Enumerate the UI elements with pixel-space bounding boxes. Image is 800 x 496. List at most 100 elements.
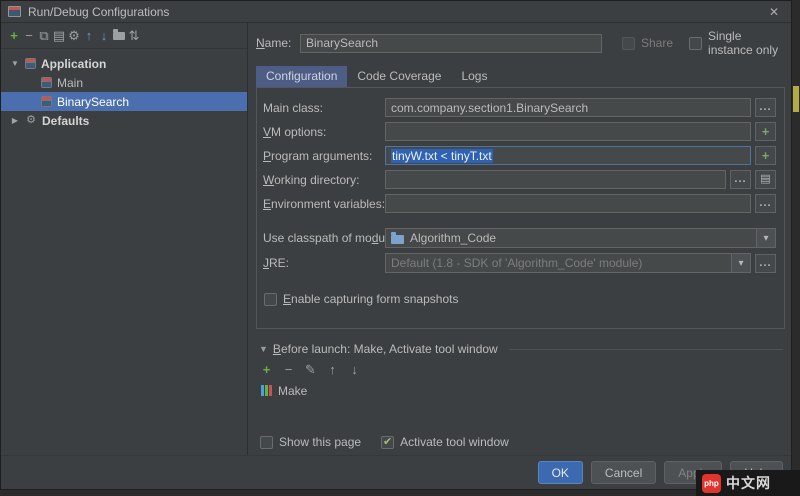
- before-launch-task-list: Make: [256, 381, 785, 429]
- working-directory-label: Working directory:: [263, 173, 385, 187]
- expand-icon[interactable]: ▶: [10, 116, 20, 125]
- document-icon: ▤: [760, 174, 770, 185]
- single-instance-label: Single instance only: [708, 29, 785, 57]
- capture-snapshots-checkbox[interactable]: Enable capturing form snapshots: [264, 292, 458, 306]
- show-this-page-label: Show this page: [279, 435, 361, 449]
- name-row: Name: BinarySearch Share Single instance…: [256, 29, 785, 57]
- program-arguments-value: tinyW.txt < tinyT.txt: [391, 149, 493, 163]
- before-launch-remove-icon[interactable]: −: [282, 363, 295, 376]
- module-row: Use classpath of module: Algorithm_Code …: [263, 228, 776, 248]
- working-directory-input[interactable]: [385, 170, 726, 189]
- jre-browse-button[interactable]: ...: [755, 254, 776, 273]
- before-launch-options: Show this page ✔ Activate tool window: [256, 429, 785, 455]
- before-launch-add-icon[interactable]: +: [260, 363, 273, 376]
- collapse-icon[interactable]: ▼: [10, 59, 20, 68]
- before-launch-item-make[interactable]: Make: [259, 381, 785, 400]
- vm-options-row: VM options: +: [263, 122, 776, 141]
- application-config-icon: [41, 96, 52, 107]
- module-combobox[interactable]: Algorithm_Code ▾: [385, 228, 776, 248]
- jre-value: Default (1.8 - SDK of 'Algorithm_Code' m…: [391, 256, 731, 270]
- show-this-page-checkbox[interactable]: Show this page: [260, 435, 361, 449]
- configurations-pane: + − ⧉ ▤ ⚙ ↑ ↓ ⇅ ▼ Application Main: [1, 23, 248, 455]
- vm-options-input[interactable]: [385, 122, 751, 141]
- remove-configuration-icon[interactable]: −: [22, 29, 36, 42]
- php-cn-watermark: php 中文网: [696, 470, 800, 496]
- save-configuration-icon[interactable]: ▤: [52, 29, 66, 42]
- main-class-label: Main class:: [263, 101, 385, 115]
- capture-snapshots-label: Enable capturing form snapshots: [283, 292, 458, 306]
- name-input[interactable]: BinarySearch: [300, 34, 602, 53]
- application-type-icon: [25, 58, 36, 69]
- module-value: Algorithm_Code: [410, 231, 756, 245]
- new-folder-icon[interactable]: [112, 29, 126, 42]
- copy-configuration-icon[interactable]: ⧉: [37, 29, 51, 42]
- dialog-button-bar: OK Cancel Apply Help: [1, 455, 791, 489]
- before-launch-move-up-icon[interactable]: ↑: [326, 363, 339, 376]
- single-instance-checkbox-box: [689, 37, 702, 50]
- tab-code-coverage[interactable]: Code Coverage: [347, 66, 451, 87]
- environment-variables-browse-button[interactable]: ...: [755, 194, 776, 213]
- folder-icon: [113, 32, 125, 40]
- chevron-down-icon[interactable]: ▾: [756, 229, 775, 247]
- main-class-input[interactable]: com.company.section1.BinarySearch: [385, 98, 751, 117]
- jre-label: JRE:: [263, 256, 385, 270]
- tree-item-label: BinarySearch: [57, 95, 129, 109]
- before-launch-toolbar: + − ✎ ↑ ↓: [256, 357, 785, 379]
- chevron-down-icon[interactable]: ▾: [731, 254, 750, 272]
- configuration-editor-pane: Name: BinarySearch Share Single instance…: [248, 23, 791, 455]
- ide-background-strip: [792, 0, 800, 496]
- dialog-body: + − ⧉ ▤ ⚙ ↑ ↓ ⇅ ▼ Application Main: [1, 23, 791, 455]
- show-this-page-checkbox-box: [260, 436, 273, 449]
- tree-item-application[interactable]: ▼ Application: [1, 54, 247, 73]
- tree-item-binarysearch[interactable]: BinarySearch: [1, 92, 247, 111]
- module-label: Use classpath of module:: [263, 231, 385, 245]
- name-value: BinarySearch: [306, 36, 378, 50]
- before-launch-title: Before launch: Make, Activate tool windo…: [273, 342, 498, 356]
- environment-variables-row: Environment variables: ...: [263, 194, 776, 213]
- main-class-browse-button[interactable]: ...: [755, 98, 776, 117]
- share-checkbox[interactable]: Share: [622, 36, 673, 50]
- working-directory-row: Working directory: ... ▤: [263, 170, 776, 189]
- tree-item-label: Defaults: [42, 114, 89, 128]
- tree-item-defaults[interactable]: ▶ ⚙ Defaults: [1, 111, 247, 130]
- tree-item-main[interactable]: Main: [1, 73, 247, 92]
- activate-tool-window-checkbox[interactable]: ✔ Activate tool window: [381, 435, 509, 449]
- before-launch-collapse-icon[interactable]: ▼: [259, 344, 268, 354]
- add-configuration-icon[interactable]: +: [7, 29, 21, 42]
- move-down-icon[interactable]: ↓: [97, 29, 111, 42]
- tree-item-label: Main: [57, 76, 83, 90]
- jre-combobox[interactable]: Default (1.8 - SDK of 'Algorithm_Code' m…: [385, 253, 751, 273]
- environment-variables-label: Environment variables:: [263, 197, 385, 211]
- program-arguments-expand-button[interactable]: +: [755, 146, 776, 165]
- cancel-button[interactable]: Cancel: [591, 461, 656, 484]
- before-launch-move-down-icon[interactable]: ↓: [348, 363, 361, 376]
- move-up-icon[interactable]: ↑: [82, 29, 96, 42]
- close-icon[interactable]: ✕: [761, 5, 787, 19]
- configuration-tab-panel: Main class: com.company.section1.BinaryS…: [256, 87, 785, 329]
- tab-logs[interactable]: Logs: [451, 66, 497, 87]
- vm-options-expand-button[interactable]: +: [755, 122, 776, 141]
- working-directory-macro-button[interactable]: ▤: [755, 170, 776, 189]
- before-launch-edit-icon[interactable]: ✎: [304, 363, 317, 376]
- tab-configuration[interactable]: Configuration: [256, 66, 347, 87]
- sort-configurations-icon[interactable]: ⇅: [127, 29, 141, 42]
- before-launch-header: ▼ Before launch: Make, Activate tool win…: [256, 341, 785, 357]
- activate-tool-window-label: Activate tool window: [400, 435, 509, 449]
- program-arguments-input[interactable]: tinyW.txt < tinyT.txt: [385, 146, 751, 165]
- edit-defaults-icon[interactable]: ⚙: [67, 29, 81, 42]
- editor-stripe-mark: [793, 86, 799, 112]
- capture-snapshots-row: Enable capturing form snapshots: [263, 292, 776, 309]
- wrench-icon: ⚙: [25, 115, 37, 126]
- dialog-title: Run/Debug Configurations: [28, 5, 169, 19]
- run-debug-configurations-dialog: Run/Debug Configurations ✕ + − ⧉ ▤ ⚙ ↑ ↓…: [0, 0, 792, 490]
- check-icon: ✔: [383, 437, 392, 448]
- ok-button[interactable]: OK: [538, 461, 583, 484]
- environment-variables-input[interactable]: [385, 194, 751, 213]
- configurations-toolbar: + − ⧉ ▤ ⚙ ↑ ↓ ⇅: [1, 23, 247, 49]
- working-directory-browse-button[interactable]: ...: [730, 170, 751, 189]
- dialog-titlebar: Run/Debug Configurations ✕: [1, 1, 791, 23]
- php-cn-watermark-text: 中文网: [726, 473, 771, 493]
- make-icon: [261, 385, 272, 396]
- single-instance-checkbox[interactable]: Single instance only: [689, 29, 785, 57]
- separator-line: [509, 349, 783, 350]
